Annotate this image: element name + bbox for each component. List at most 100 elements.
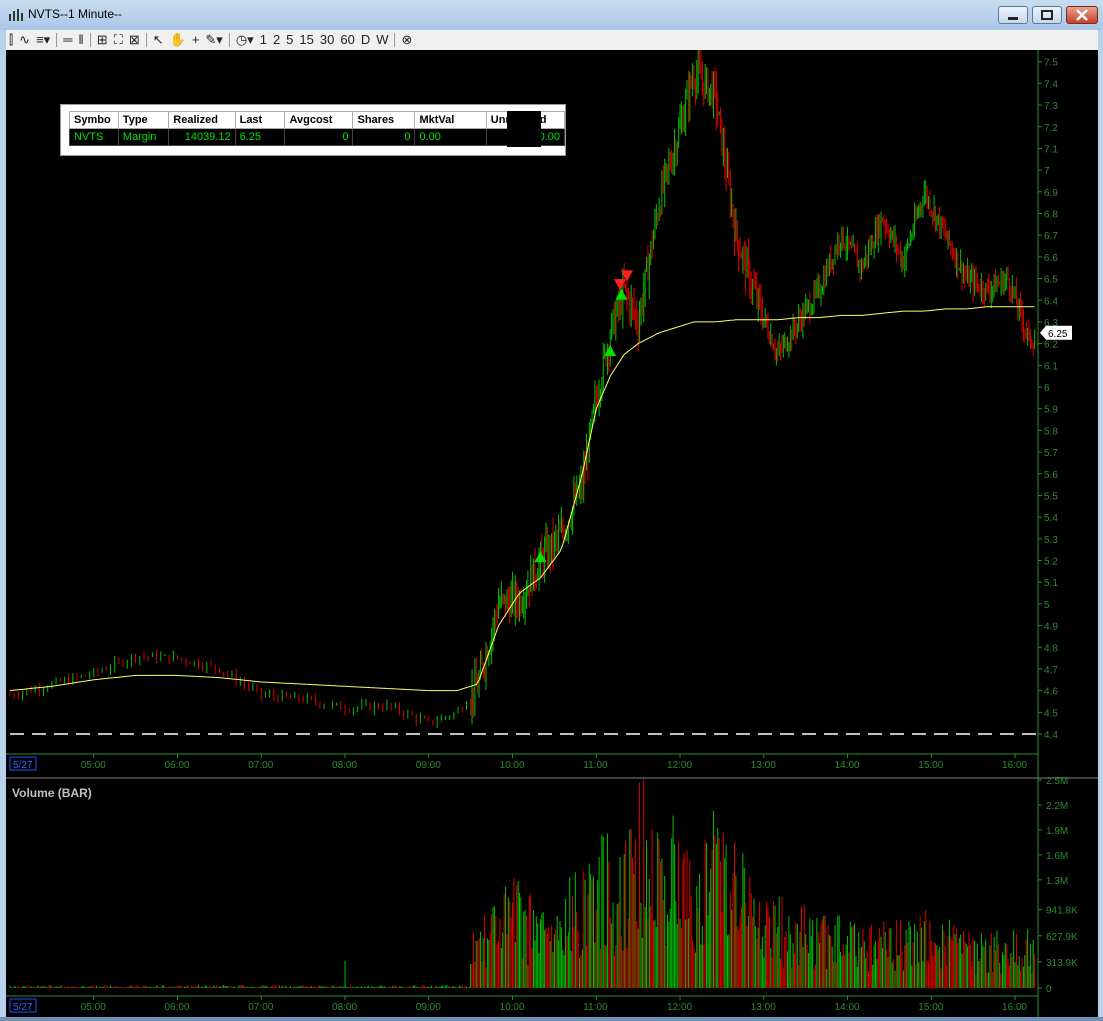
time-tick-label: 10:00: [500, 760, 525, 771]
interval-button-5[interactable]: 5: [283, 31, 296, 49]
zoom-out-icon[interactable]: ⊠: [126, 31, 143, 49]
price-tick-label: 6.6: [1044, 253, 1058, 264]
price-tick-label: 6: [1044, 383, 1050, 394]
time-tick-label: 09:00: [416, 760, 441, 771]
time-tick-label: 15:00: [918, 1002, 943, 1013]
volume-tick-label: 1.3M: [1046, 876, 1068, 887]
crosshair-icon[interactable]: +: [189, 31, 203, 49]
column-header-symbol[interactable]: Symbo: [69, 111, 119, 129]
chart-app-icon: [9, 9, 23, 21]
price-tick-label: 4.4: [1044, 730, 1058, 741]
cell-realized: 14039.12: [168, 128, 236, 146]
last-price-label: 6.25: [1048, 329, 1068, 340]
column-header-mktval[interactable]: MktVal: [414, 111, 487, 129]
price-tick-label: 5.1: [1044, 578, 1058, 589]
vertical-line-icon[interactable]: ‖: [75, 31, 86, 49]
window-title: NVTS--1 Minute--: [28, 7, 123, 21]
volume-tick-label: 1.9M: [1046, 826, 1068, 837]
interval-button-15[interactable]: 15: [296, 31, 316, 49]
time-tick-label: 05:00: [81, 1002, 106, 1013]
price-tick-label: 6.1: [1044, 361, 1058, 372]
chart-style-menu-icon[interactable]: ≡▾: [33, 31, 53, 49]
cell-type: Margin: [117, 128, 170, 146]
cell-avgcost: 0: [284, 128, 354, 146]
maximize-icon: [1041, 10, 1053, 20]
close-button[interactable]: [1066, 6, 1098, 24]
time-tick-label: 12:00: [667, 760, 692, 771]
toolbar-separator: [89, 33, 91, 47]
chart-area[interactable]: Volume (BAR) 7.67.57.47.37.27.176.96.86.…: [6, 36, 1098, 1017]
time-tick-label: 05:00: [81, 760, 106, 771]
price-tick-label: 7.3: [1044, 101, 1058, 112]
chart-toolbar: ⫿ ∿ ≡▾ ═ ‖ ⊞ ⛶ ⊠ ↖ ✋ + ✎▾ ◷▾ 1 2 5 15 30…: [6, 30, 1098, 51]
horizontal-line-icon[interactable]: ═: [60, 31, 75, 49]
time-tick-label: 08:00: [332, 760, 357, 771]
column-header-realized[interactable]: Realized: [168, 111, 236, 129]
price-tick-label: 6.2: [1044, 340, 1058, 351]
price-tick-label: 5.3: [1044, 535, 1058, 546]
time-tick-label: 13:00: [751, 1002, 776, 1013]
price-tick-label: 5.4: [1044, 513, 1058, 524]
pointer-icon[interactable]: ↖: [150, 31, 167, 49]
zoom-fit-icon[interactable]: ⛶: [111, 31, 126, 49]
interval-button-30[interactable]: 30: [317, 31, 337, 49]
toolbar-separator: [145, 33, 147, 47]
clock-interval-icon[interactable]: ◷▾: [233, 31, 257, 49]
price-volume-chart[interactable]: Volume (BAR) 7.67.57.47.37.27.176.96.86.…: [6, 36, 1098, 1017]
time-tick-label: 07:00: [248, 1002, 273, 1013]
line-chart-style-icon[interactable]: ∿: [16, 31, 33, 49]
time-tick-label: 06:00: [165, 1002, 190, 1013]
time-tick-label: 16:00: [1002, 760, 1027, 771]
column-header-type[interactable]: Type: [117, 111, 170, 129]
maximize-button[interactable]: [1032, 6, 1062, 24]
volume-tick-label: 1.6M: [1046, 851, 1068, 862]
time-tick-label: 09:00: [416, 1002, 441, 1013]
cell-last: 6.25: [234, 128, 286, 146]
volume-tick-label: 0: [1046, 984, 1052, 995]
time-tick-label: 07:00: [248, 760, 273, 771]
title-bar: NVTS--1 Minute--: [0, 0, 1103, 30]
pencil-draw-icon[interactable]: ✎▾: [202, 31, 225, 49]
volume-tick-label: 941.8K: [1046, 906, 1078, 917]
interval-button-2[interactable]: 2: [270, 31, 283, 49]
column-header-shares[interactable]: Shares: [352, 111, 416, 129]
price-tick-label: 6.7: [1044, 231, 1058, 242]
price-tick-label: 5.5: [1044, 491, 1058, 502]
minimize-icon: [1008, 17, 1018, 20]
zoom-in-icon[interactable]: ⊞: [94, 31, 111, 49]
price-tick-label: 7.4: [1044, 79, 1058, 90]
time-tick-label: 10:00: [500, 1002, 525, 1013]
table-filler: [507, 111, 541, 147]
account-position-table[interactable]: Symbo Type Realized Last Avgcost Shares MktVal…: [60, 104, 566, 156]
volume-tick-label: 627.9K: [1046, 932, 1078, 943]
price-tick-label: 6.5: [1044, 275, 1058, 286]
price-tick-label: 4.7: [1044, 665, 1058, 676]
volume-tick-label: 2.5M: [1046, 776, 1068, 787]
column-header-avgcost[interactable]: Avgcost: [284, 111, 354, 129]
time-tick-label: 11:00: [583, 760, 608, 771]
column-header-last[interactable]: Last: [234, 111, 286, 129]
price-tick-label: 5.6: [1044, 470, 1058, 481]
interval-button-1[interactable]: 1: [257, 31, 270, 49]
minimize-button[interactable]: [998, 6, 1028, 24]
interval-button-60[interactable]: 60: [337, 31, 357, 49]
price-tick-label: 5: [1044, 600, 1050, 611]
volume-tick-label: 313.9K: [1046, 958, 1078, 969]
time-tick-label: 15:00: [918, 760, 943, 771]
toolbar-separator: [56, 33, 58, 47]
interval-button-daily[interactable]: D: [358, 31, 373, 49]
bar-chart-style-icon[interactable]: ⫿: [6, 31, 16, 49]
price-tick-label: 6.9: [1044, 188, 1058, 199]
price-tick-label: 7.5: [1044, 58, 1058, 69]
cell-mktval: 0.00: [414, 128, 487, 146]
hand-pan-icon[interactable]: ✋: [167, 31, 189, 49]
interval-button-weekly[interactable]: W: [373, 31, 391, 49]
volume-tick-label: 2.2M: [1046, 801, 1068, 812]
cell-symbol: NVTS: [69, 128, 119, 146]
volume-panel-title: Volume (BAR): [12, 786, 92, 800]
cancel-orders-icon[interactable]: ⊗: [398, 31, 415, 49]
price-tick-label: 6.4: [1044, 296, 1058, 307]
toolbar-separator: [394, 33, 396, 47]
price-tick-label: 6.8: [1044, 210, 1058, 221]
price-tick-label: 5.7: [1044, 448, 1058, 459]
